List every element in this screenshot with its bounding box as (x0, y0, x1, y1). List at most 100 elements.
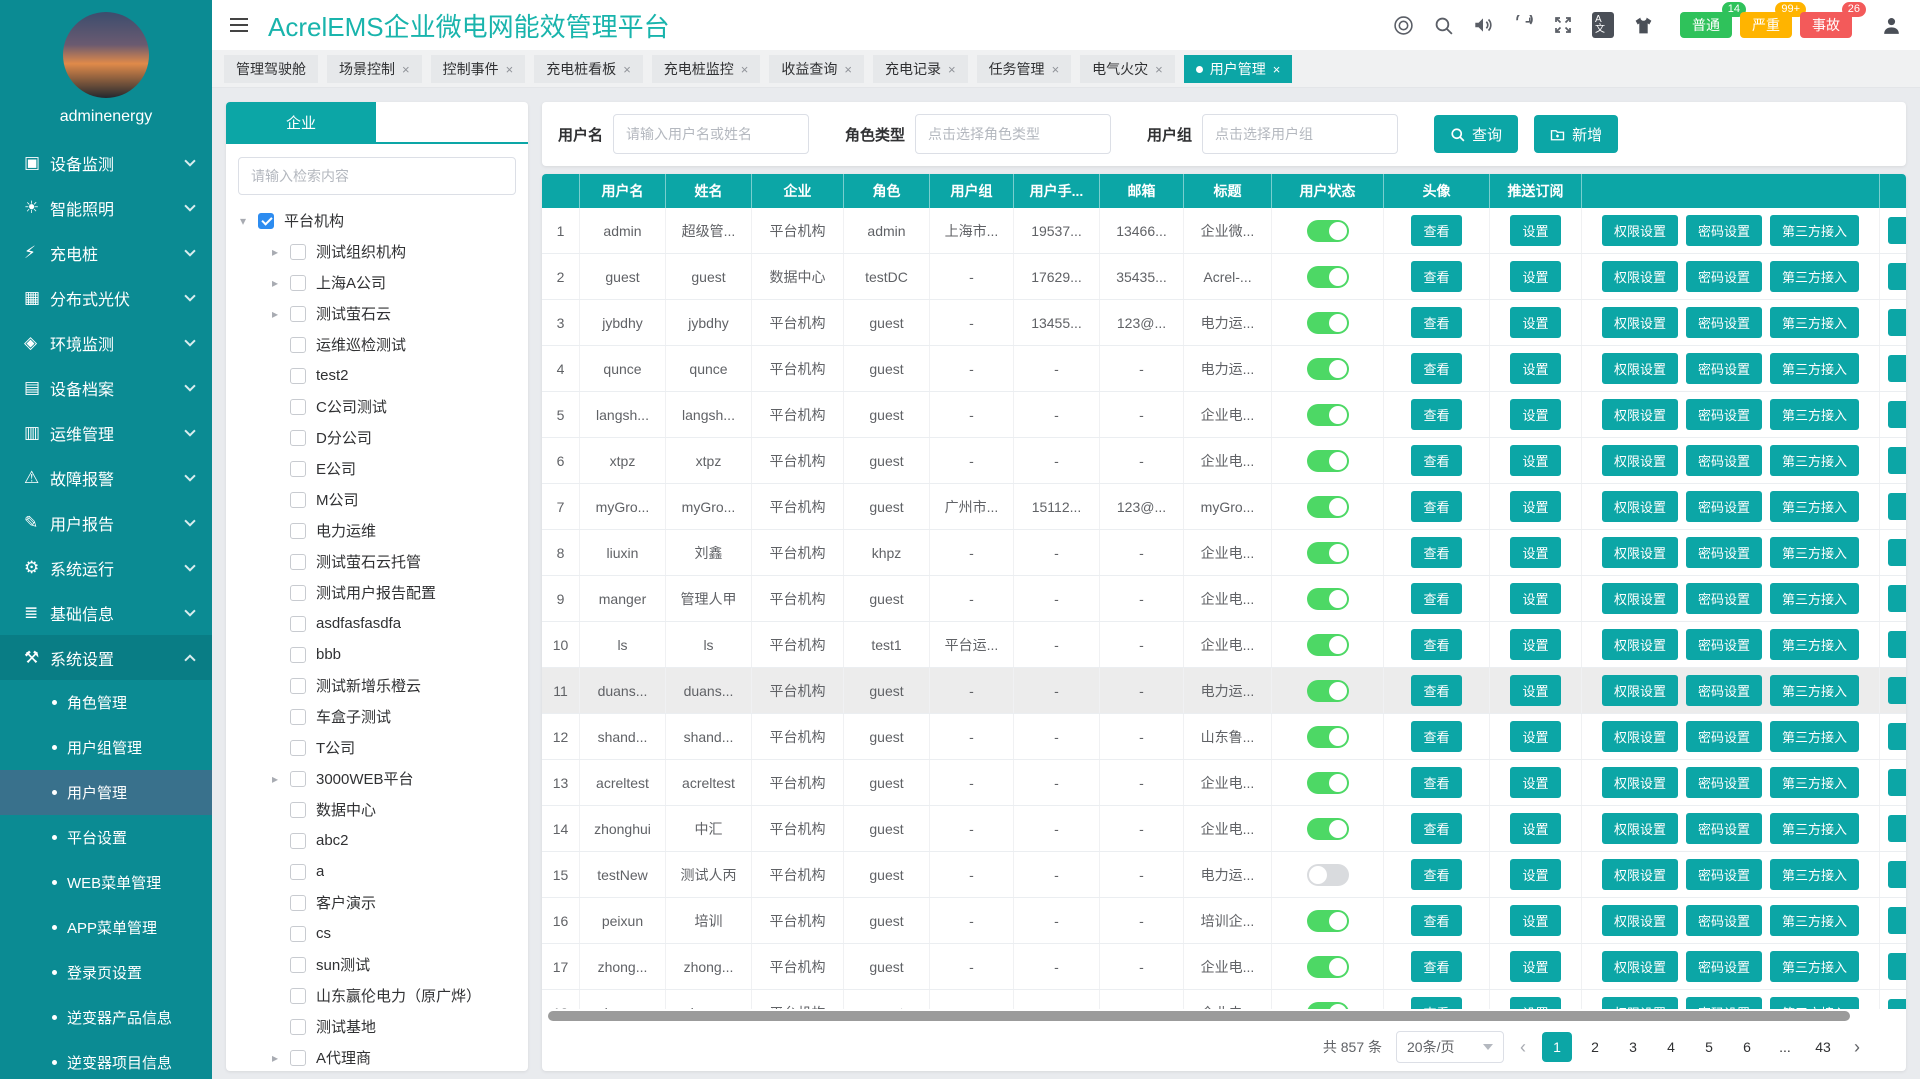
clipped-button[interactable] (1888, 861, 1906, 888)
close-icon[interactable]: × (741, 62, 749, 77)
prev-page-button[interactable]: ‹ (1518, 1037, 1528, 1058)
sidebar-item[interactable]: ◈ 环境监测 (0, 320, 212, 365)
third-party-access-button[interactable]: 第三方接入 (1770, 307, 1859, 338)
tree-item[interactable]: D分公司 (226, 422, 528, 453)
sound-icon[interactable] (1472, 14, 1494, 36)
user-status-toggle[interactable] (1307, 588, 1349, 610)
close-icon[interactable]: × (623, 62, 631, 77)
menu-icon[interactable] (230, 24, 248, 26)
third-party-access-button[interactable]: 第三方接入 (1770, 583, 1859, 614)
user-status-toggle[interactable] (1307, 220, 1349, 242)
tree-item[interactable]: a (226, 856, 528, 887)
sidebar-subitem[interactable]: 用户管理 (0, 770, 212, 815)
tree-expand-arrow-icon[interactable]: ▸ (272, 772, 290, 786)
tree-checkbox[interactable] (290, 337, 306, 353)
view-avatar-button[interactable]: 查看 (1411, 721, 1461, 752)
sidebar-item[interactable]: ✎ 用户报告 (0, 500, 212, 545)
third-party-access-button[interactable]: 第三方接入 (1770, 813, 1859, 844)
sidebar-subitem[interactable]: WEB菜单管理 (0, 860, 212, 905)
tree-checkbox[interactable] (290, 833, 306, 849)
third-party-access-button[interactable]: 第三方接入 (1770, 261, 1859, 292)
tree-expand-arrow-icon[interactable]: ▸ (272, 276, 290, 290)
tree-checkbox[interactable] (290, 771, 306, 787)
password-settings-button[interactable]: 密码设置 (1686, 629, 1762, 660)
push-subscribe-button[interactable]: 设置 (1510, 307, 1560, 338)
support-icon[interactable] (1392, 14, 1414, 36)
clipped-button[interactable] (1888, 539, 1906, 566)
tree-expand-arrow-icon[interactable]: ▸ (272, 307, 290, 321)
tree-expand-arrow-icon[interactable]: ▸ (272, 1051, 290, 1065)
tree-checkbox[interactable] (290, 554, 306, 570)
tree-checkbox[interactable] (290, 895, 306, 911)
permission-settings-button[interactable]: 权限设置 (1602, 583, 1678, 614)
user-status-toggle[interactable] (1307, 680, 1349, 702)
sidebar-item[interactable]: ⚡ 充电桩 (0, 230, 212, 275)
tree-checkbox[interactable] (290, 957, 306, 973)
sidebar-subitem[interactable]: 用户组管理 (0, 725, 212, 770)
push-subscribe-button[interactable]: 设置 (1510, 537, 1560, 568)
password-settings-button[interactable]: 密码设置 (1686, 399, 1762, 430)
view-avatar-button[interactable]: 查看 (1411, 767, 1461, 798)
tree-checkbox[interactable] (290, 585, 306, 601)
push-subscribe-button[interactable]: 设置 (1510, 767, 1560, 798)
password-settings-button[interactable]: 密码设置 (1686, 583, 1762, 614)
user-icon[interactable] (1880, 14, 1902, 36)
password-settings-button[interactable]: 密码设置 (1686, 905, 1762, 936)
push-subscribe-button[interactable]: 设置 (1510, 675, 1560, 706)
tree-expand-arrow-icon[interactable]: ▾ (240, 214, 258, 228)
permission-settings-button[interactable]: 权限设置 (1602, 215, 1678, 246)
user-status-toggle[interactable] (1307, 1002, 1349, 1010)
tree-item[interactable]: test2 (226, 360, 528, 391)
permission-settings-button[interactable]: 权限设置 (1602, 859, 1678, 890)
view-avatar-button[interactable]: 查看 (1411, 491, 1461, 522)
password-settings-button[interactable]: 密码设置 (1686, 445, 1762, 476)
user-status-toggle[interactable] (1307, 864, 1349, 886)
tree-item[interactable]: sun测试 (226, 949, 528, 980)
tab[interactable]: 任务管理 × (977, 55, 1072, 83)
permission-settings-button[interactable]: 权限设置 (1602, 813, 1678, 844)
tree-search-input[interactable] (238, 157, 516, 195)
tab[interactable]: 充电桩看板 × (534, 55, 643, 83)
tree-item[interactable]: cs (226, 918, 528, 949)
page-size-select[interactable]: 20条/页 (1396, 1031, 1504, 1063)
sidebar-item[interactable]: ▣ 设备监测 (0, 140, 212, 185)
tree-item[interactable]: M公司 (226, 484, 528, 515)
view-avatar-button[interactable]: 查看 (1411, 859, 1461, 890)
avatar[interactable] (63, 12, 149, 98)
next-page-button[interactable]: › (1852, 1037, 1862, 1058)
permission-settings-button[interactable]: 权限设置 (1602, 353, 1678, 384)
page-button[interactable]: 3 (1618, 1032, 1648, 1062)
push-subscribe-button[interactable]: 设置 (1510, 353, 1560, 384)
close-icon[interactable]: × (1155, 62, 1163, 77)
third-party-access-button[interactable]: 第三方接入 (1770, 399, 1859, 430)
alarm-badge[interactable]: 严重 99+ (1740, 12, 1792, 38)
page-button[interactable]: 5 (1694, 1032, 1724, 1062)
tree-item[interactable]: E公司 (226, 453, 528, 484)
permission-settings-button[interactable]: 权限设置 (1602, 951, 1678, 982)
tree-checkbox[interactable] (290, 678, 306, 694)
push-subscribe-button[interactable]: 设置 (1510, 491, 1560, 522)
clipped-button[interactable] (1888, 355, 1906, 382)
permission-settings-button[interactable]: 权限设置 (1602, 629, 1678, 660)
tree-checkbox[interactable] (290, 647, 306, 663)
third-party-access-button[interactable]: 第三方接入 (1770, 951, 1859, 982)
password-settings-button[interactable]: 密码设置 (1686, 997, 1762, 1009)
push-subscribe-button[interactable]: 设置 (1510, 629, 1560, 660)
clipped-button[interactable] (1888, 953, 1906, 980)
user-status-toggle[interactable] (1307, 726, 1349, 748)
tree-item[interactable]: abc2 (226, 825, 528, 856)
password-settings-button[interactable]: 密码设置 (1686, 491, 1762, 522)
clipped-button[interactable] (1888, 907, 1906, 934)
permission-settings-button[interactable]: 权限设置 (1602, 445, 1678, 476)
page-button[interactable]: ... (1770, 1032, 1800, 1062)
password-settings-button[interactable]: 密码设置 (1686, 353, 1762, 384)
tree-checkbox[interactable] (290, 926, 306, 942)
tree-item[interactable]: ▸ 测试组织机构 (226, 236, 528, 267)
tree-checkbox[interactable] (290, 1019, 306, 1035)
permission-settings-button[interactable]: 权限设置 (1602, 261, 1678, 292)
tree-item[interactable]: C公司测试 (226, 391, 528, 422)
close-icon[interactable]: × (948, 62, 956, 77)
sidebar-item[interactable]: ▦ 分布式光伏 (0, 275, 212, 320)
close-icon[interactable]: × (1273, 62, 1281, 77)
clipped-button[interactable] (1888, 217, 1906, 244)
